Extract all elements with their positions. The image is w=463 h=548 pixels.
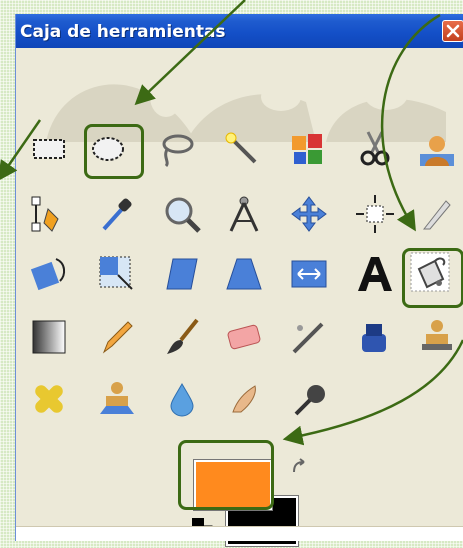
perspective-clone-icon [100, 382, 134, 414]
paths-pen-icon [31, 196, 59, 232]
perspective-icon [226, 258, 262, 290]
text-tool[interactable] [354, 253, 396, 295]
move-arrows-icon [291, 196, 327, 232]
smudge-tool[interactable] [223, 378, 265, 420]
shear-tool[interactable] [161, 253, 203, 295]
compass-icon [229, 196, 259, 232]
rect-select-tool[interactable] [28, 128, 70, 170]
perspective-tool[interactable] [223, 253, 265, 295]
toolbox-footer [16, 526, 463, 541]
airbrush-tool[interactable] [288, 316, 330, 358]
eraser-tool[interactable] [223, 316, 265, 358]
blur-sharpen-tool[interactable] [161, 378, 203, 420]
color-picker-tool[interactable] [96, 193, 138, 235]
scale-tool[interactable] [96, 253, 138, 295]
toolbox-window: Caja de herramientas [15, 14, 463, 547]
close-icon [446, 24, 460, 38]
eyedropper-icon [102, 198, 132, 231]
dodge-burn-tool[interactable] [288, 378, 330, 420]
blend-tool[interactable] [28, 316, 70, 358]
ink-pot-icon [362, 324, 386, 352]
clone-stamp-icon [422, 320, 452, 350]
align-tool[interactable] [354, 193, 396, 235]
bucket-fill-highlight [402, 248, 463, 308]
paintbrush-icon [167, 318, 199, 354]
window-title: Caja de herramientas [20, 22, 226, 42]
pencil-icon [102, 321, 133, 354]
rotate-tool[interactable] [28, 253, 70, 295]
eraser-icon [227, 324, 261, 350]
magic-wand-icon [225, 132, 257, 164]
magnifier-icon [165, 197, 201, 233]
title-bar[interactable]: Caja de herramientas [16, 14, 463, 48]
foreground-select-tool[interactable] [416, 128, 458, 170]
flip-tool[interactable] [288, 253, 330, 295]
color-select-icon [292, 134, 322, 164]
gradient-icon [32, 320, 66, 354]
pencil-tool[interactable] [96, 316, 138, 358]
paintbrush-tool[interactable] [161, 316, 203, 358]
water-drop-icon [170, 383, 194, 417]
move-tool[interactable] [288, 193, 330, 235]
bandage-icon [35, 385, 63, 413]
smudge-finger-icon [232, 385, 256, 413]
clone-tool[interactable] [416, 316, 458, 358]
toolbox-panel [16, 48, 463, 547]
zoom-tool[interactable] [161, 193, 203, 235]
airbrush-icon [292, 322, 324, 354]
rotate-icon [30, 258, 66, 291]
paths-tool[interactable] [28, 193, 70, 235]
scale-icon [99, 256, 133, 290]
crop-knife-icon [422, 200, 451, 230]
color-select-tool[interactable] [288, 128, 330, 170]
rect-select-icon [33, 139, 65, 159]
measure-tool[interactable] [223, 193, 265, 235]
scissors-select-tool[interactable] [354, 128, 396, 170]
close-button[interactable] [442, 20, 463, 42]
ellipse-select-highlight [84, 124, 144, 179]
heal-tool[interactable] [28, 378, 70, 420]
scissors-icon [360, 131, 390, 166]
crop-tool[interactable] [416, 193, 458, 235]
lasso-icon [162, 134, 194, 168]
flip-icon [291, 260, 327, 288]
align-icon [356, 195, 394, 233]
ink-tool[interactable] [354, 316, 396, 358]
free-select-tool[interactable] [156, 128, 198, 170]
swap-colors-icon[interactable] [290, 458, 308, 476]
foreground-color-highlight [178, 440, 274, 510]
dodge-burn-icon [294, 385, 325, 416]
shear-icon [166, 258, 198, 290]
fuzzy-select-tool[interactable] [221, 128, 263, 170]
text-a-icon [358, 257, 392, 291]
perspective-clone-tool[interactable] [96, 378, 138, 420]
foreground-select-icon [420, 136, 454, 166]
